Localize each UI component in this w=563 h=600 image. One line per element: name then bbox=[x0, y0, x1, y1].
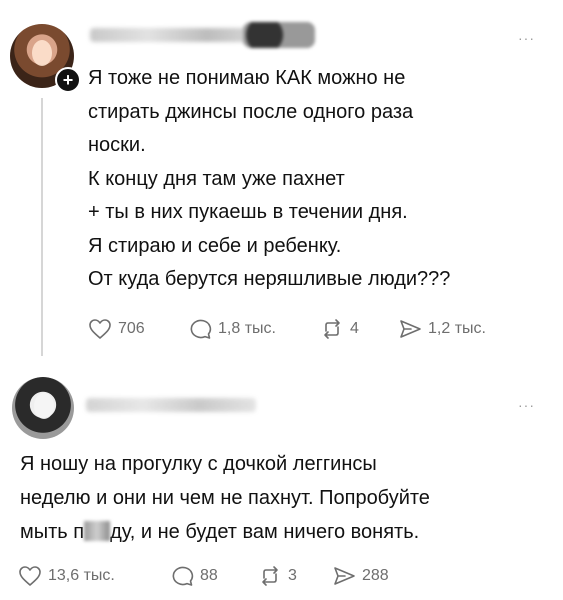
comment-icon bbox=[190, 319, 212, 339]
avatar-face bbox=[32, 40, 52, 66]
badge-blurred bbox=[243, 22, 315, 48]
like-button[interactable]: 13,6 тыс. bbox=[18, 565, 115, 587]
post-text-line: мыть п ду, и не будет вам ничего вонять. bbox=[20, 515, 430, 549]
repost-count: 3 bbox=[288, 567, 297, 584]
like-count: 13,6 тыс. bbox=[48, 567, 115, 584]
avatar-face bbox=[34, 393, 54, 419]
username-blurred[interactable] bbox=[86, 398, 256, 412]
share-icon bbox=[400, 320, 421, 338]
share-count: 288 bbox=[362, 567, 389, 584]
repost-button[interactable]: 3 bbox=[258, 565, 297, 587]
reply-button[interactable]: 88 bbox=[170, 565, 218, 587]
post-text: Я тоже не понимаю КАК можно не стирать д… bbox=[88, 62, 450, 297]
post-text-line: носки. bbox=[88, 134, 146, 156]
avatar[interactable] bbox=[12, 377, 74, 439]
reply-count: 88 bbox=[200, 567, 218, 584]
heart-icon bbox=[89, 319, 111, 339]
more-icon[interactable]: ··· bbox=[518, 30, 535, 46]
repost-count: 4 bbox=[350, 320, 359, 337]
heart-icon bbox=[19, 566, 41, 586]
post: ··· Я ношу на прогулку с дочкой леггинсы… bbox=[0, 365, 563, 600]
thread-line bbox=[41, 98, 43, 356]
post-text-line: От куда берутся неряшливые люди??? bbox=[88, 268, 451, 290]
comment-icon bbox=[172, 566, 194, 586]
like-count: 706 bbox=[118, 320, 145, 337]
follow-button[interactable]: + bbox=[55, 67, 81, 93]
post: + ··· Я тоже не понимаю КАК можно не сти… bbox=[0, 0, 563, 365]
share-count: 1,2 тыс. bbox=[428, 320, 486, 337]
reply-count: 1,8 тыс. bbox=[218, 320, 276, 337]
post-text-fragment: ду, и не будет вам ничего вонять. bbox=[110, 521, 420, 543]
more-icon[interactable]: ··· bbox=[518, 397, 535, 413]
like-button[interactable]: 706 bbox=[88, 318, 145, 340]
post-text-line: стирать джинсы после одного раза bbox=[88, 100, 414, 123]
post-text-line: + ты в них пукаешь в течении дня. bbox=[88, 201, 408, 223]
share-button[interactable]: 288 bbox=[332, 565, 389, 587]
share-button[interactable]: 1,2 тыс. bbox=[398, 318, 486, 340]
post-text-line: неделю и они ни чем не пахнут. Попробуйт… bbox=[20, 487, 430, 509]
post-text-fragment: мыть п bbox=[20, 521, 85, 543]
reply-button[interactable]: 1,8 тыс. bbox=[188, 318, 276, 340]
censor-blur bbox=[84, 521, 111, 541]
post-text-line: Я стираю и себе и ребенку. bbox=[88, 234, 342, 257]
share-icon bbox=[334, 567, 355, 585]
post-text-line: К концу дня там уже пахнет bbox=[88, 167, 345, 190]
post-text: Я ношу на прогулку с дочкой леггинсы нед… bbox=[20, 447, 430, 549]
repost-icon bbox=[262, 566, 278, 586]
post-text-line: Я тоже не понимаю КАК можно не bbox=[88, 67, 406, 89]
repost-icon bbox=[324, 319, 340, 339]
post-text-line: Я ношу на прогулку с дочкой леггинсы bbox=[20, 453, 377, 475]
repost-button[interactable]: 4 bbox=[320, 318, 359, 340]
username-blurred[interactable] bbox=[90, 28, 265, 42]
